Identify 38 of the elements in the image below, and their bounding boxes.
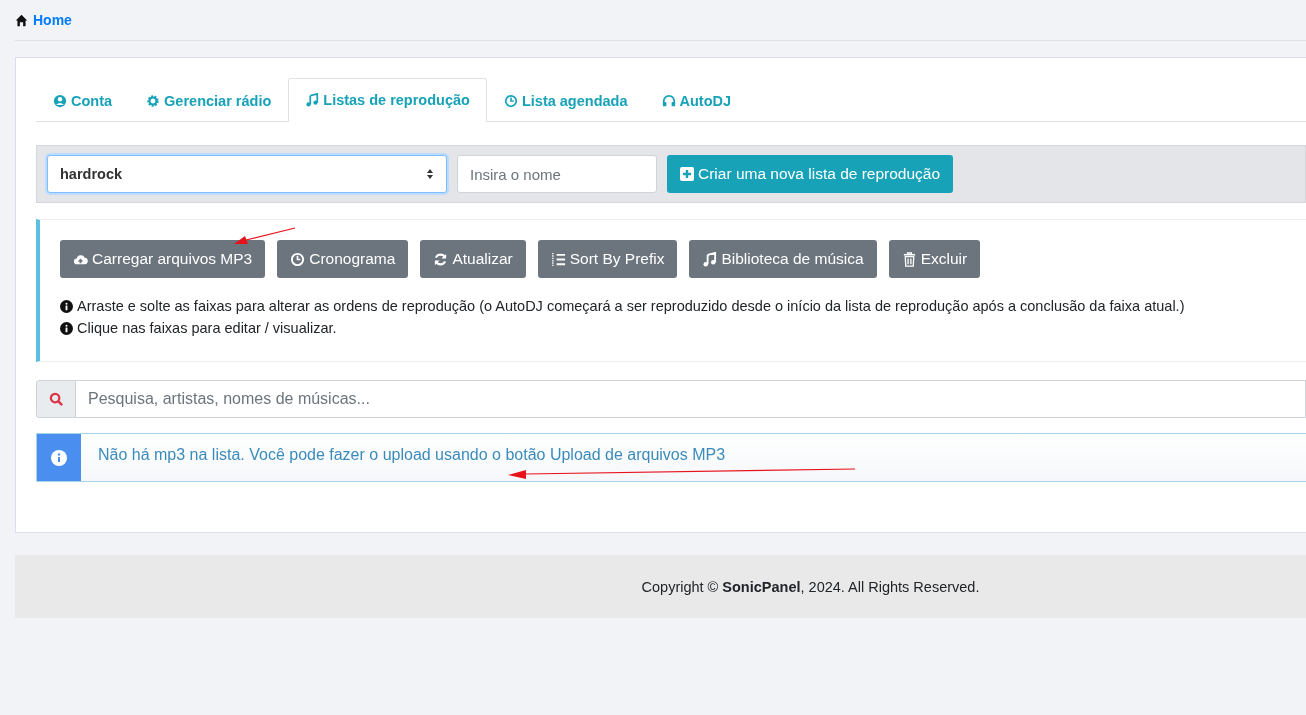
tab[interactable]: Lista agendada: [486, 79, 645, 122]
playlist-select[interactable]: hardrock: [47, 155, 447, 193]
music-note-icon: [702, 251, 718, 267]
search-icon: [48, 391, 64, 407]
tab[interactable]: Gerenciar rádio: [129, 79, 289, 122]
info-icon: [60, 299, 73, 313]
trash-icon: [901, 251, 917, 267]
info-icon: [51, 449, 67, 466]
create-playlist-button[interactable]: Criar uma nova lista de reprodução: [667, 155, 954, 193]
tab[interactable]: Listas de reprodução: [288, 78, 487, 122]
search-field[interactable]: Pesquisa, artistas, nomes de músicas...: [76, 380, 1306, 418]
home-icon: [15, 13, 28, 27]
annotation-arrow: [234, 227, 296, 244]
tab[interactable]: AutoDJ: [644, 79, 749, 122]
copyright-text: Copyright © SonicPanel, 2024. All Rights Reserved.: [641, 578, 980, 595]
list-icon: [550, 251, 566, 267]
action-button[interactable]: Cronograma: [277, 240, 409, 278]
action-button[interactable]: Carregar arquivos MP3: [60, 240, 266, 278]
plus-square-icon: [680, 167, 694, 181]
user-icon: [53, 94, 67, 108]
name-input-field[interactable]: Insira o nome: [457, 155, 657, 193]
home-link[interactable]: Home: [33, 12, 72, 28]
clock-icon: [290, 251, 306, 267]
tab[interactable]: Conta: [36, 79, 130, 122]
action-button[interactable]: Biblioteca de música: [689, 240, 877, 278]
action-button[interactable]: Sort By Prefix: [537, 240, 678, 278]
gear-icon: [146, 94, 161, 108]
sort-caret-icon: [426, 168, 434, 180]
info-icon: [60, 321, 73, 335]
music-note-icon: [305, 93, 320, 107]
hint-text: Clique nas faixas para editar / visualizar.: [77, 319, 337, 338]
action-button[interactable]: Excluir: [888, 240, 981, 278]
action-button[interactable]: Atualizar: [420, 240, 526, 278]
headphones-icon: [661, 94, 676, 108]
clock-icon: [503, 94, 518, 108]
refresh-icon: [433, 251, 449, 267]
hint-text: Arraste e solte as faixas para alterar as ordens de reprodução (o AutoDJ começará a ser reproduzido desde o início da lista de reprodução após a conclusão da faixa atual.): [77, 297, 1185, 316]
notice-text: Não há mp3 na lista. Você pode fazer o upload usando o botão Upload de arquivos MP3: [98, 445, 726, 464]
